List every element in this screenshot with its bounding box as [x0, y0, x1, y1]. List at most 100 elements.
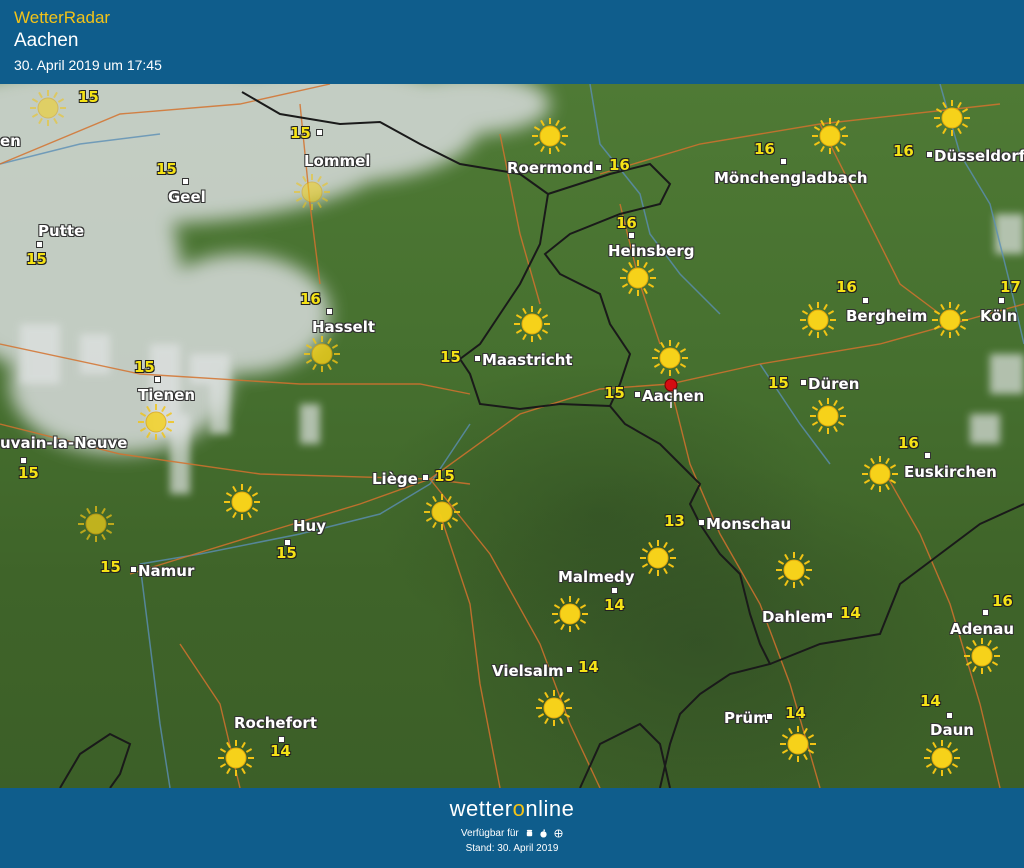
city-label-liege: Liège	[372, 470, 418, 488]
sun-icon	[930, 300, 970, 340]
city-label-geel: Geel	[168, 188, 206, 206]
sun-icon	[530, 116, 570, 156]
city-dot-daun	[946, 712, 953, 719]
sun-icon	[28, 88, 68, 128]
city-dot-aachen	[634, 391, 641, 398]
city-dot-adenau	[982, 609, 989, 616]
city-dot-geel	[182, 178, 189, 185]
city-dot-dueren	[800, 379, 807, 386]
sun-icon	[292, 172, 332, 212]
temperature-adenau: 16	[992, 592, 1013, 610]
temperature-tienen: 15	[134, 358, 155, 376]
city-dot-pruem	[766, 713, 773, 720]
sun-icon	[638, 538, 678, 578]
city-label-duesseldorf: Düsseldorf	[934, 147, 1024, 165]
city-dot-vielsalm	[566, 666, 573, 673]
city-dot-maastricht	[474, 355, 481, 362]
sun-icon	[860, 454, 900, 494]
temperature-putte: 15	[26, 250, 47, 268]
temperature-rochefort: 14	[270, 742, 291, 760]
cloud-layer	[0, 84, 550, 454]
city-label-monschau: Monschau	[706, 515, 792, 533]
sun-icon	[136, 402, 176, 442]
temperature-moenchengladbach: 16	[754, 140, 775, 158]
sun-icon	[216, 738, 256, 778]
city-dot-roermond	[595, 164, 602, 171]
city-dot-dahlem	[826, 612, 833, 619]
temperature-cut_top: 15	[78, 88, 99, 106]
temperature-duesseldorf: 16	[893, 142, 914, 160]
temperature-namur: 15	[100, 558, 121, 576]
temperature-vielsalm: 14	[578, 658, 599, 676]
observation-timestamp: 30. April 2019 um 17:45	[14, 57, 162, 73]
apple-icon[interactable]	[539, 829, 548, 838]
brand-logo[interactable]: wetteronline	[0, 796, 1024, 822]
city-dot-heinsberg	[628, 232, 635, 239]
city-label-pruem: Prüm	[724, 709, 769, 727]
data-timestamp: Stand: 30. April 2019	[465, 843, 559, 854]
city-label-putte: Putte	[38, 222, 85, 240]
sun-icon	[774, 550, 814, 590]
sun-icon	[302, 334, 342, 374]
temperature-malmedy: 14	[604, 596, 625, 614]
sun-icon	[922, 738, 962, 778]
sun-icon	[422, 492, 462, 532]
city-dot-monschau	[698, 519, 705, 526]
sun-icon	[550, 594, 590, 634]
temperature-monschau: 13	[664, 512, 685, 530]
sun-icon	[534, 688, 574, 728]
sun-icon	[962, 636, 1002, 676]
city-label-moenchengladbach: Mönchengladbach	[714, 169, 868, 187]
sun-icon	[778, 724, 818, 764]
city-dot-malmedy	[611, 587, 618, 594]
temperature-lommel: 15	[290, 124, 311, 142]
temperature-aachen: 15	[604, 384, 625, 402]
sun-icon	[222, 482, 262, 522]
city-dot-koeln	[998, 297, 1005, 304]
city-dot-liege	[422, 474, 429, 481]
city-label-roermond: Roermond	[507, 159, 594, 177]
city-dot-moenchengladbach	[780, 158, 787, 165]
city-label-louvain: uvain-la-Neuve	[0, 434, 128, 452]
app-header: WetterRadar Aachen 30. April 2019 um 17:…	[0, 0, 1024, 84]
sun-icon	[650, 338, 690, 378]
city-label-daun: Daun	[930, 721, 974, 739]
temperature-daun: 14	[920, 692, 941, 710]
city-dot-duesseldorf	[926, 151, 933, 158]
city-label-rochefort: Rochefort	[234, 714, 317, 732]
temperature-geel: 15	[156, 160, 177, 178]
city-dot-bergheim	[862, 297, 869, 304]
city-label-bergheim: Bergheim	[846, 307, 928, 325]
city-label-euskirchen: Euskirchen	[904, 463, 997, 481]
temperature-koeln: 17	[1000, 278, 1021, 296]
city-dot-louvain	[20, 457, 27, 464]
sun-icon	[808, 396, 848, 436]
city-dot-euskirchen	[924, 452, 931, 459]
sun-icon	[798, 300, 838, 340]
availability-text: Verfügbar für	[0, 828, 1024, 839]
city-dot-tienen	[154, 376, 161, 383]
city-dot-namur	[130, 566, 137, 573]
temperature-roermond: 16	[609, 156, 630, 174]
city-label-huy: Huy	[293, 517, 327, 535]
city-label-aachen: Aachen	[642, 387, 705, 405]
temperature-dueren: 15	[768, 374, 789, 392]
weather-map[interactable]: Lommel 15 Geel 15 Putte 15 Hasselt 16 Tienen 15 uv…	[0, 84, 1024, 788]
sun-icon	[512, 304, 552, 344]
footer-bar: wetteronline Verfügbar für Stand: 30. Ap…	[0, 788, 1024, 868]
city-dot-putte	[36, 241, 43, 248]
sun-icon	[810, 116, 850, 156]
city-label-vielsalm: Vielsalm	[492, 662, 564, 680]
web-icon[interactable]	[554, 829, 563, 838]
city-label-cut_left: en	[0, 132, 21, 150]
city-label-namur: Namur	[138, 562, 195, 580]
temperature-bergheim: 16	[836, 278, 857, 296]
app-title: WetterRadar	[14, 8, 111, 27]
android-icon[interactable]	[525, 829, 534, 838]
sun-icon	[932, 98, 972, 138]
city-label-malmedy: Malmedy	[558, 568, 635, 586]
temperature-heinsberg: 16	[616, 214, 637, 232]
city-dot-lommel	[316, 129, 323, 136]
temperature-hasselt: 16	[300, 290, 321, 308]
temperature-huy: 15	[276, 544, 297, 562]
